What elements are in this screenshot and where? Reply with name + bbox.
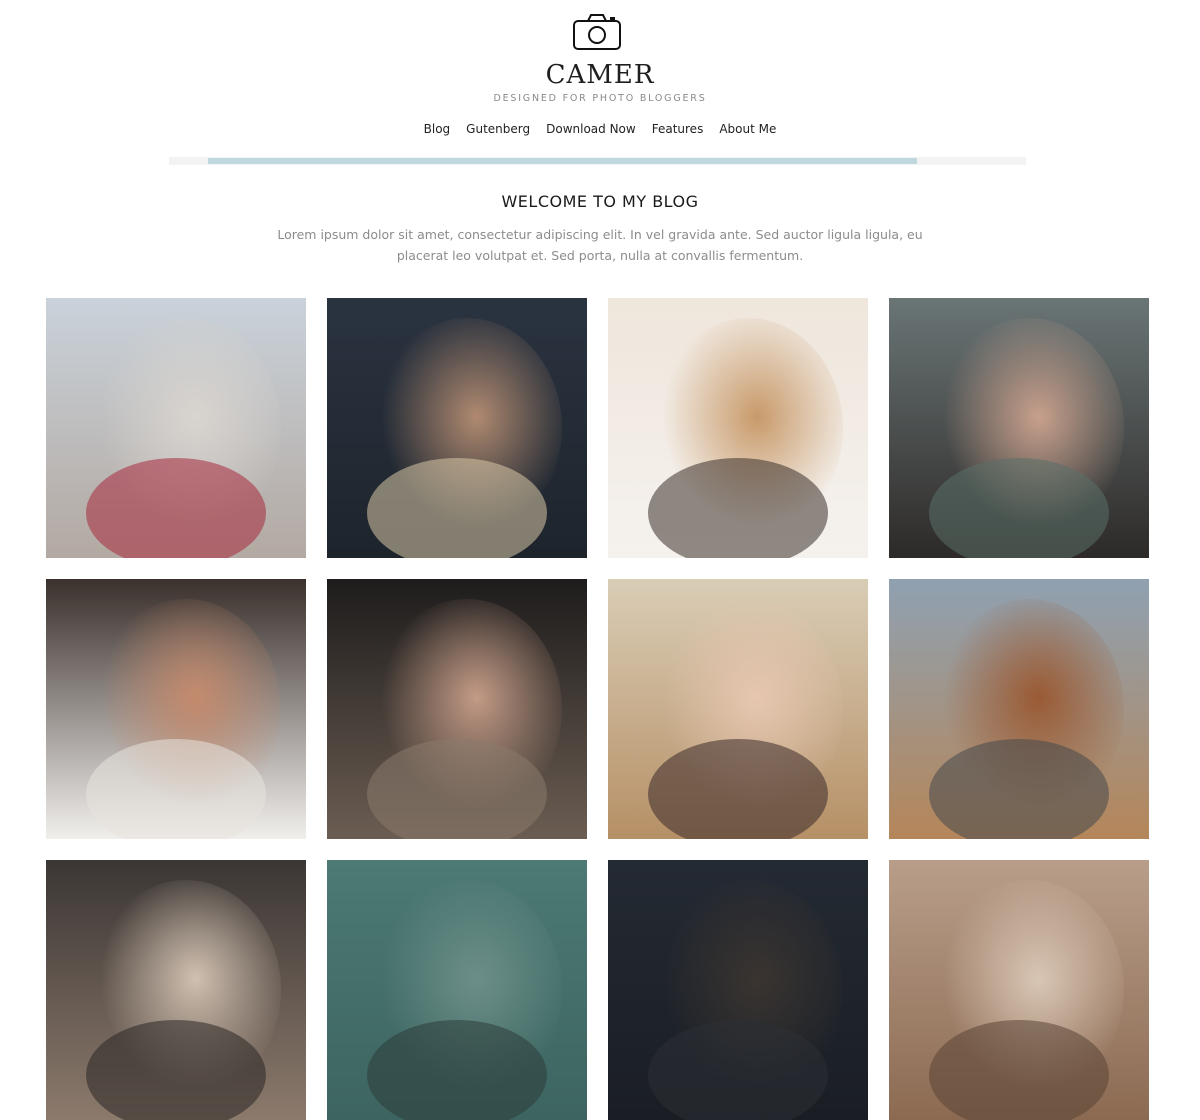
site-tagline: DESIGNED FOR PHOTO BLOGGERS xyxy=(493,93,707,104)
mother-and-child-photo[interactable] xyxy=(327,298,587,558)
welcome-text: Lorem ipsum dolor sit amet, consectetur … xyxy=(277,227,923,263)
reading-progress-fill xyxy=(208,158,917,164)
dog-in-suit-photo[interactable] xyxy=(889,579,1149,839)
nav-item-download-now[interactable]: Download Now xyxy=(538,122,644,136)
sleeping-cat-photo[interactable] xyxy=(608,298,868,558)
teal-portrait-photo[interactable] xyxy=(327,860,587,1120)
dark-portrait-photo[interactable] xyxy=(608,860,868,1120)
welcome-heading: WELCOME TO MY BLOG xyxy=(501,192,699,211)
nav-item-blog[interactable]: Blog xyxy=(416,122,459,136)
woman-in-desert-photo[interactable] xyxy=(46,298,306,558)
nav-item-gutenberg[interactable]: Gutenberg xyxy=(458,122,538,136)
site-title[interactable]: CAMER xyxy=(0,60,1200,90)
nav-item-about-me[interactable]: About Me xyxy=(711,122,784,136)
hooded-woman-photo[interactable] xyxy=(327,579,587,839)
family-portrait-photo[interactable] xyxy=(46,579,306,839)
camera-icon[interactable] xyxy=(572,12,622,52)
mother-daughter-photo[interactable] xyxy=(608,579,868,839)
couple-embrace-photo[interactable] xyxy=(889,298,1149,558)
nav-item-features[interactable]: Features xyxy=(644,122,712,136)
main-nav: Blog Gutenberg Download Now Features Abo… xyxy=(0,122,1200,136)
elderly-man-photo[interactable] xyxy=(46,860,306,1120)
fur-closeup-photo[interactable] xyxy=(889,860,1149,1120)
reading-progress-bar xyxy=(169,157,1026,165)
